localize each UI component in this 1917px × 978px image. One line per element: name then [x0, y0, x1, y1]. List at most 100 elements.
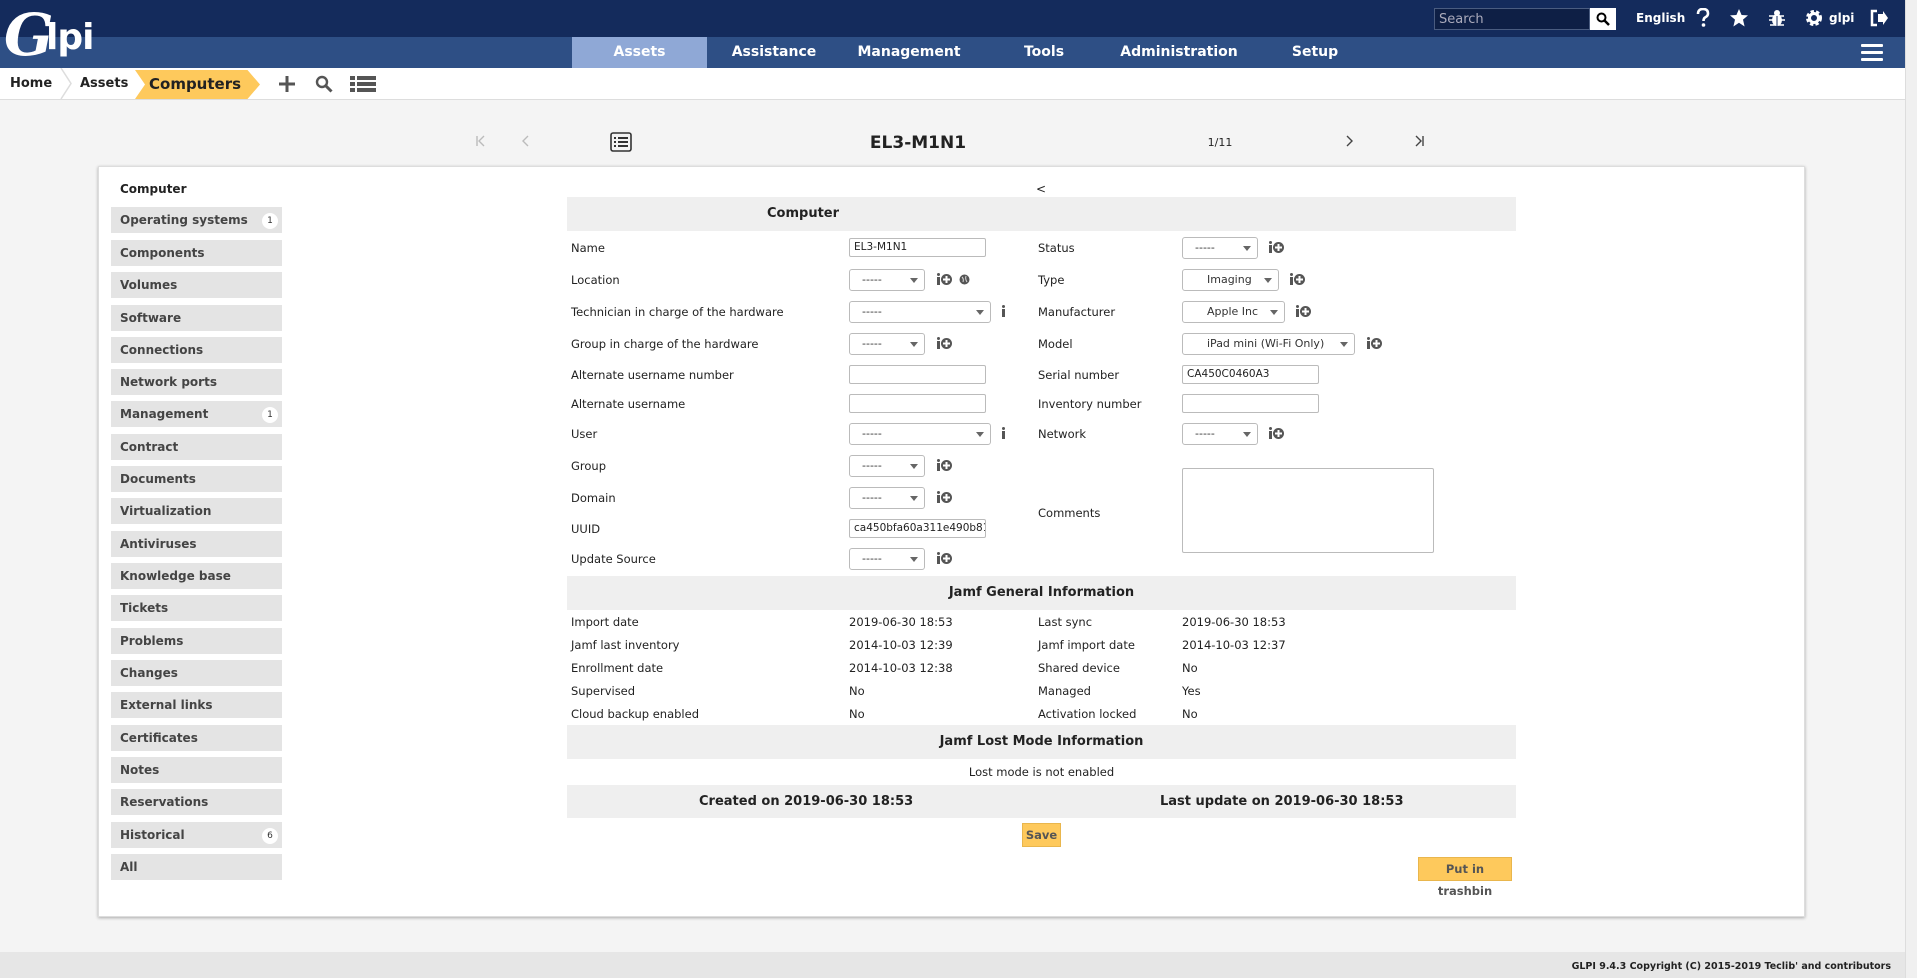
uuid-input[interactable]: ca450bfa60a311e490b81 [849, 519, 986, 538]
tab-label: Documents [120, 472, 196, 486]
tab-management[interactable]: Management 1 [111, 401, 282, 429]
tab-operating-systems[interactable]: Operating systems 1 [111, 207, 282, 235]
search-input[interactable] [1434, 8, 1590, 30]
import-date-value: 2019-06-30 18:53 [849, 615, 953, 629]
technician-select[interactable]: ----- [849, 301, 991, 323]
collapse-toggle[interactable]: < [1036, 182, 1046, 196]
uuid-label: UUID [571, 522, 601, 536]
save-button[interactable]: Save [1022, 823, 1061, 847]
add-circle-icon[interactable] [1371, 337, 1382, 349]
glpi-logo[interactable]: G lpi [4, 6, 100, 64]
status-select[interactable]: ----- [1182, 237, 1258, 259]
menu-management[interactable]: Management [840, 37, 978, 68]
tab-network-ports[interactable]: Network ports [111, 369, 282, 397]
enrollment-date-label: Enrollment date [571, 661, 664, 675]
tab-contract[interactable]: Contract [111, 434, 282, 462]
breadcrumb-current[interactable]: Computers [135, 70, 260, 99]
tab-external-links[interactable]: External links [111, 692, 282, 720]
first-page-icon[interactable] [471, 133, 491, 153]
add-circle-icon[interactable] [941, 459, 952, 471]
menu-administration[interactable]: Administration [1108, 37, 1250, 68]
add-circle-icon[interactable] [1273, 241, 1284, 253]
gear-icon[interactable] [1803, 7, 1825, 29]
menu-assets[interactable]: Assets [572, 37, 707, 68]
tab-connections[interactable]: Connections [111, 337, 282, 365]
model-select[interactable]: iPad mini (Wi-Fi Only) [1182, 333, 1355, 355]
search-button[interactable] [1590, 8, 1616, 30]
page-scrollbar[interactable] [1905, 0, 1917, 978]
next-page-icon[interactable] [1339, 133, 1359, 153]
tab-components[interactable]: Components [111, 240, 282, 268]
tab-volumes[interactable]: Volumes [111, 272, 282, 300]
type-select[interactable]: Imaging [1182, 269, 1279, 291]
name-input[interactable]: EL3-M1N1 [849, 238, 986, 257]
tab-antiviruses[interactable]: Antiviruses [111, 531, 282, 559]
domain-select[interactable]: ----- [849, 487, 925, 509]
help-icon[interactable] [1692, 7, 1714, 29]
tab-computer[interactable]: Computer [120, 182, 186, 196]
breadcrumb-assets[interactable]: Assets [80, 68, 128, 99]
manufacturer-select[interactable]: Apple Inc [1182, 301, 1285, 323]
add-circle-icon[interactable] [941, 491, 952, 503]
add-icon[interactable] [276, 74, 298, 94]
tab-label: Management [120, 407, 209, 421]
language-link[interactable]: English [1636, 10, 1685, 26]
tab-virtualization[interactable]: Virtualization [111, 498, 282, 526]
network-select[interactable]: ----- [1182, 423, 1258, 445]
serial-number-input[interactable]: CA450C0460A3 [1182, 365, 1319, 384]
tab-all[interactable]: All [111, 854, 282, 882]
globe-icon[interactable] [959, 273, 970, 285]
group-hardware-label: Group in charge of the hardware [571, 337, 759, 351]
dates-bar: Created on 2019-06-30 18:53 Last update … [567, 785, 1516, 818]
list-view-icon[interactable] [609, 132, 633, 158]
tab-problems[interactable]: Problems [111, 628, 282, 656]
tab-historical[interactable]: Historical 6 [111, 822, 282, 850]
user-select[interactable]: ----- [849, 423, 991, 445]
model-value: iPad mini (Wi-Fi Only) [1207, 337, 1325, 350]
add-circle-icon[interactable] [941, 337, 952, 349]
inventory-number-input[interactable] [1182, 394, 1319, 413]
info-icon[interactable] [998, 305, 1009, 317]
tab-documents[interactable]: Documents [111, 466, 282, 494]
add-circle-icon[interactable] [941, 552, 952, 564]
put-in-trashbin-button[interactable]: Put in trashbin [1418, 857, 1512, 898]
tab-software[interactable]: Software [111, 305, 282, 333]
location-select[interactable]: ----- [849, 269, 925, 291]
add-circle-icon[interactable] [941, 273, 952, 285]
last-page-icon[interactable] [1409, 133, 1429, 153]
manufacturer-value: Apple Inc [1207, 305, 1259, 318]
previous-page-icon[interactable] [516, 133, 536, 153]
alternate-username-input[interactable] [849, 394, 986, 413]
created-date: Created on 2019-06-30 18:53 [699, 794, 914, 809]
menu-tools[interactable]: Tools [980, 37, 1108, 68]
bug-icon[interactable] [1766, 7, 1788, 29]
tab-certificates[interactable]: Certificates [111, 725, 282, 753]
type-value: Imaging [1207, 273, 1252, 286]
comments-textarea[interactable] [1182, 468, 1434, 553]
tab-knowledge-base[interactable]: Knowledge base [111, 563, 282, 591]
group-select[interactable]: ----- [849, 455, 925, 477]
logout-icon[interactable] [1868, 7, 1890, 29]
search-list-icon[interactable] [313, 74, 335, 94]
serial-number-label: Serial number [1038, 368, 1120, 382]
hamburger-menu-icon[interactable] [1861, 44, 1883, 62]
count-badge: 6 [262, 828, 278, 844]
managed-value: Yes [1182, 684, 1201, 698]
user-link[interactable]: glpi [1829, 10, 1854, 26]
add-circle-icon[interactable] [1300, 305, 1311, 317]
add-circle-icon[interactable] [1273, 427, 1284, 439]
info-icon[interactable] [998, 427, 1009, 439]
saved-searches-icon[interactable] [350, 74, 376, 94]
update-source-select[interactable]: ----- [849, 548, 925, 570]
group-hardware-select[interactable]: ----- [849, 333, 925, 355]
breadcrumb-home[interactable]: Home [10, 68, 52, 99]
menu-setup[interactable]: Setup [1250, 37, 1380, 68]
tab-tickets[interactable]: Tickets [111, 595, 282, 623]
tab-changes[interactable]: Changes [111, 660, 282, 688]
star-icon[interactable] [1728, 7, 1750, 29]
alternate-username-number-input[interactable] [849, 365, 986, 384]
menu-assistance[interactable]: Assistance [708, 37, 840, 68]
tab-notes[interactable]: Notes [111, 757, 282, 785]
tab-reservations[interactable]: Reservations [111, 789, 282, 817]
add-circle-icon[interactable] [1294, 273, 1305, 285]
